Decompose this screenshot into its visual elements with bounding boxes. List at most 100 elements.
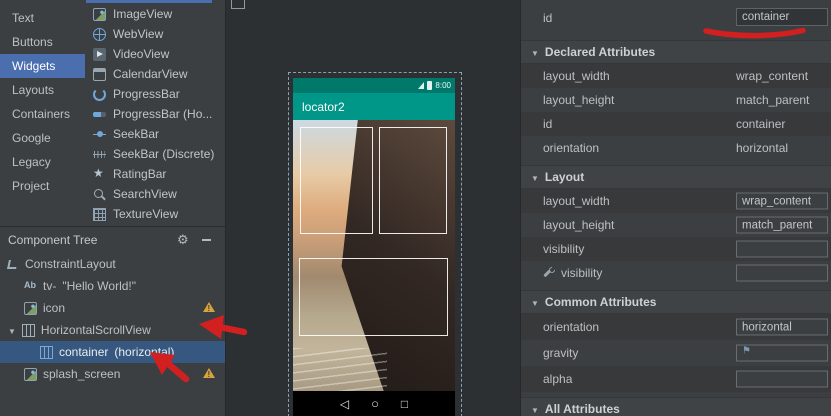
palette-item-progressbar[interactable]: ProgressBar	[85, 84, 225, 104]
flag-icon	[742, 347, 755, 360]
palette-item-searchview[interactable]: SearchView	[85, 184, 225, 204]
tree-item-container[interactable]: container(horizontal)	[0, 341, 225, 363]
horizontalscrollview-icon	[22, 324, 35, 337]
chevron-down-icon[interactable]	[8, 323, 16, 337]
attribute-row: layout_width wrap_content	[521, 189, 831, 213]
section-all-attributes[interactable]: All Attributes	[521, 397, 831, 416]
scrolled-selection-remnant	[86, 0, 212, 3]
section-declared-attributes[interactable]: Declared Attributes	[521, 40, 831, 64]
attributes-panel: id container Declared Attributes layout_…	[520, 0, 831, 416]
tree-item-textview[interactable]: tv- "Hello World!"	[0, 275, 225, 297]
wrench-icon	[543, 267, 556, 280]
attribute-value[interactable]: wrap_content	[736, 69, 808, 83]
recents-icon	[401, 397, 408, 411]
gravity-dropdown[interactable]	[736, 345, 828, 362]
palette-item-seekbar[interactable]: SeekBar	[85, 124, 225, 144]
textureview-icon	[93, 208, 106, 221]
tools-visibility-dropdown[interactable]	[736, 265, 828, 282]
tree-item-label: icon	[43, 301, 65, 315]
searchview-icon	[93, 188, 106, 201]
design-surface[interactable]: 8:00 locator2	[225, 0, 520, 416]
tree-item-splash-screen[interactable]: splash_screen	[0, 363, 225, 385]
palette-widget-list: ImageView WebView VideoView CalendarView…	[85, 0, 225, 226]
ratingbar-icon	[93, 168, 106, 181]
palette-category-legacy[interactable]: Legacy	[0, 150, 85, 174]
palette-item-seekbar-discrete[interactable]: SeekBar (Discrete)	[85, 144, 225, 164]
constraintlayout-icon	[6, 258, 19, 271]
wifi-icon	[418, 82, 424, 89]
view-bounds-splash-screen[interactable]	[299, 258, 448, 336]
attribute-row: orientation horizontal	[521, 314, 831, 340]
tree-item-icon[interactable]: icon	[0, 297, 225, 319]
attribute-value[interactable]: container	[736, 117, 785, 131]
dropdown-value: horizontal	[742, 321, 792, 333]
id-value-field[interactable]: container	[736, 8, 828, 26]
section-title: Declared Attributes	[545, 45, 655, 59]
attribute-row: alpha	[521, 366, 831, 392]
photo-beach-foam	[293, 348, 387, 391]
progressbar-icon	[93, 88, 106, 101]
attribute-row: id container	[521, 112, 831, 136]
palette-item-label: CalendarView	[113, 67, 188, 81]
gear-icon[interactable]	[177, 234, 190, 247]
palette-category-buttons[interactable]: Buttons	[0, 30, 85, 54]
android-studio-layout-editor: Text Buttons Widgets Layouts Containers …	[0, 0, 831, 416]
chevron-down-icon	[531, 45, 539, 59]
section-common-attributes[interactable]: Common Attributes	[521, 290, 831, 314]
status-time: 8:00	[435, 81, 451, 90]
section-title: Common Attributes	[545, 295, 657, 309]
palette-item-ratingbar[interactable]: RatingBar	[85, 164, 225, 184]
alpha-field[interactable]	[736, 371, 828, 388]
dropdown-value: wrap_content	[742, 195, 811, 207]
palette-item-calendarview[interactable]: CalendarView	[85, 64, 225, 84]
palette-category-layouts[interactable]: Layouts	[0, 78, 85, 102]
section-layout[interactable]: Layout	[521, 165, 831, 189]
attribute-row: visibility	[521, 237, 831, 261]
tree-item-suffix: (horizontal)	[114, 345, 174, 359]
layout-height-dropdown[interactable]: match_parent	[736, 217, 828, 234]
palette-category-widgets[interactable]: Widgets	[0, 54, 85, 78]
visibility-dropdown[interactable]	[736, 241, 828, 258]
device-preview[interactable]: 8:00 locator2	[293, 78, 455, 416]
layout-width-dropdown[interactable]: wrap_content	[736, 193, 828, 210]
attribute-label: alpha	[543, 372, 572, 386]
view-bounds-imageview-2[interactable]	[379, 127, 447, 234]
design-surface-tab-icon[interactable]	[231, 0, 245, 9]
attribute-value[interactable]: match_parent	[736, 93, 809, 107]
attribute-label: visibility	[543, 266, 602, 280]
component-tree-header: Component Tree	[0, 227, 225, 253]
attribute-label: layout_width	[543, 194, 610, 208]
palette-item-progressbar-horizontal[interactable]: ProgressBar (Ho...	[85, 104, 225, 124]
tree-item-horizontalscrollview[interactable]: HorizontalScrollView	[0, 319, 225, 341]
preview-app-bar: locator2	[293, 93, 455, 120]
palette-item-textureview[interactable]: TextureView	[85, 204, 225, 224]
imageview-icon	[93, 8, 106, 21]
attribute-label: id	[543, 117, 552, 131]
palette-item-label: SeekBar (Discrete)	[113, 147, 214, 161]
preview-navigation-bar	[293, 391, 455, 416]
attribute-value[interactable]: horizontal	[736, 141, 788, 155]
orientation-dropdown[interactable]: horizontal	[736, 319, 828, 336]
tree-item-text: "Hello World!"	[62, 279, 136, 293]
progressbar-horizontal-icon	[93, 112, 106, 117]
palette-category-text[interactable]: Text	[0, 6, 85, 30]
palette-item-videoview[interactable]: VideoView	[85, 44, 225, 64]
palette-item-label: SearchView	[113, 187, 177, 201]
attribute-label-text: visibility	[561, 266, 602, 280]
chevron-down-icon	[531, 402, 539, 416]
webview-icon	[93, 28, 106, 41]
component-tree-title: Component Tree	[8, 233, 165, 247]
tree-item-constraintlayout[interactable]: ConstraintLayout	[0, 253, 225, 275]
palette-category-project[interactable]: Project	[0, 174, 85, 198]
palette-item-webview[interactable]: WebView	[85, 24, 225, 44]
palette-category-containers[interactable]: Containers	[0, 102, 85, 126]
tree-item-label: HorizontalScrollView	[41, 323, 151, 337]
tree-item-label: ConstraintLayout	[25, 257, 116, 271]
palette-item-label: ImageView	[113, 7, 172, 21]
view-bounds-imageview-1[interactable]	[300, 127, 373, 234]
palette-item-label: VideoView	[113, 47, 169, 61]
palette-item-label: WebView	[113, 27, 163, 41]
palette-category-google[interactable]: Google	[0, 126, 85, 150]
palette-item-imageview[interactable]: ImageView	[85, 4, 225, 24]
minimize-icon[interactable]	[202, 239, 211, 241]
